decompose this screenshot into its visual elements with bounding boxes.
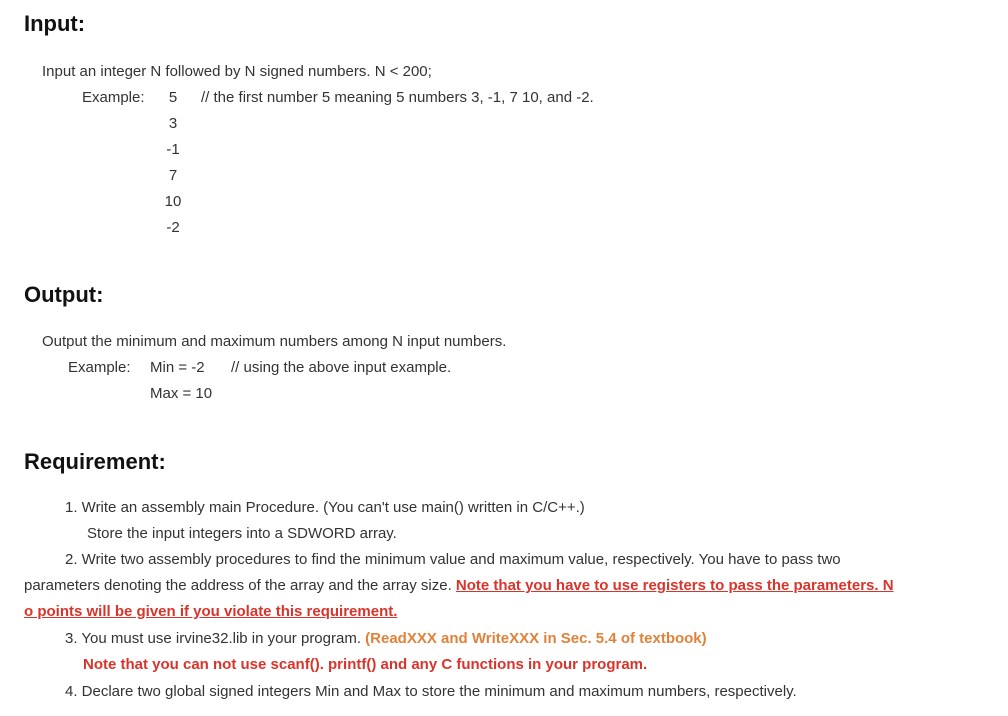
requirement-3-text: 3. You must use irvine32.lib in your pro… xyxy=(65,630,366,647)
input-description: Input an integer N followed by N signed … xyxy=(42,63,432,80)
input-example-label: Example: xyxy=(82,89,145,106)
requirement-2-text: parameters denoting the address of the a… xyxy=(24,577,456,594)
requirement-2-line-2: parameters denoting the address of the a… xyxy=(24,576,894,596)
input-number-3: 7 xyxy=(168,167,178,184)
requirement-3-hint: (ReadXXX and WriteXXX in Sec. 5.4 of tex… xyxy=(365,630,707,647)
requirement-3-line-1: 3. You must use irvine32.lib in your pro… xyxy=(65,629,707,649)
requirement-2-warning: Note that you have to use registers to p… xyxy=(455,577,894,594)
output-max-line: Max = 10 xyxy=(150,385,213,402)
output-example-comment: // using the above input example. xyxy=(231,359,452,376)
output-description: Output the minimum and maximum numbers a… xyxy=(42,333,507,350)
input-number-4: 10 xyxy=(164,193,182,210)
requirement-heading: Requirement: xyxy=(24,449,166,474)
input-number-2: -1 xyxy=(166,141,180,158)
requirement-2-line-1: 2. Write two assembly procedures to find… xyxy=(65,551,841,568)
output-example-label: Example: xyxy=(68,359,131,376)
input-example-comment: // the first number 5 meaning 5 numbers … xyxy=(201,89,594,106)
input-number-1: 3 xyxy=(168,115,178,132)
input-number-0: 5 xyxy=(168,89,178,106)
requirement-1-line-1: 1. Write an assembly main Procedure. (Yo… xyxy=(65,499,585,516)
input-heading: Input: xyxy=(24,11,86,36)
requirement-3-warning: Note that you can not use scanf(). print… xyxy=(83,656,648,673)
output-min-line: Min = -2 xyxy=(150,359,205,376)
requirement-2-warning-continued: o points will be given if you violate th… xyxy=(24,603,398,620)
requirement-1-line-2: Store the input integers into a SDWORD a… xyxy=(87,525,397,542)
input-number-5: -2 xyxy=(166,219,180,236)
output-heading: Output: xyxy=(24,282,104,307)
requirement-4-line-1: 4. Declare two global signed integers Mi… xyxy=(65,683,797,700)
